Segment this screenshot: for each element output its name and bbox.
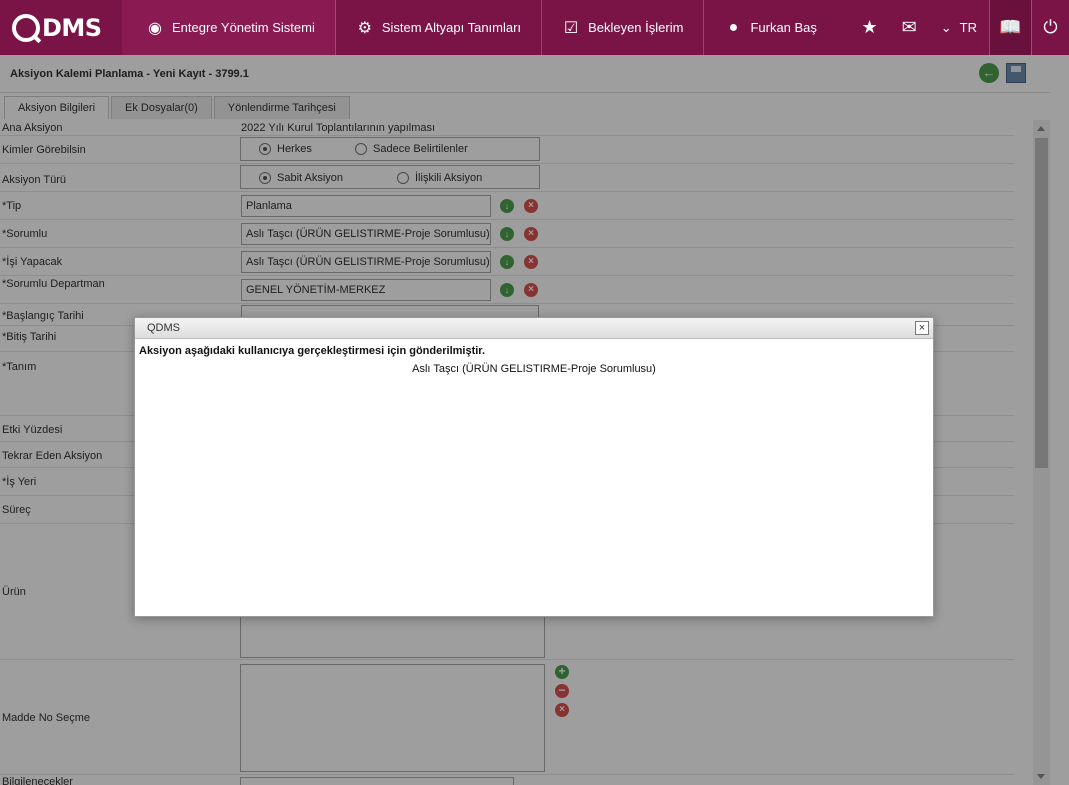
user-name: Furkan Baş <box>750 20 817 35</box>
user-icon: ● <box>728 18 739 36</box>
nav-item-label: Entegre Yönetim Sistemi <box>172 20 315 35</box>
nav-item-label: Sistem Altyapı Tanımları <box>381 20 522 35</box>
nav-item-label: Bekleyen İşlerim <box>588 20 684 35</box>
nav-user[interactable]: ● Furkan Baş <box>704 0 836 55</box>
qdms-logo[interactable]: DMS <box>0 0 122 55</box>
nav-entegre-yonetim[interactable]: ◉ Entegre Yönetim Sistemi <box>122 0 336 55</box>
info-dialog: QDMS × Aksiyon aşağıdaki kullanıcıya ger… <box>134 317 934 617</box>
q-logo-icon <box>12 13 40 42</box>
nav-bekleyen-islerim[interactable]: ☑ Bekleyen İşlerim <box>542 0 705 55</box>
gear-icon: ⚙ <box>357 19 373 37</box>
nav-sistem-altyapi[interactable]: ⚙ Sistem Altyapı Tanımları <box>336 0 543 55</box>
star-icon[interactable]: ★ <box>850 0 890 55</box>
dialog-user: Aslı Taşcı (ÜRÜN GELISTIRME-Proje Soruml… <box>412 363 656 375</box>
top-navbar: DMS ◉ Entegre Yönetim Sistemi ⚙ Sistem A… <box>0 0 1069 55</box>
clipboard-icon: ☑ <box>563 19 579 37</box>
logo-text: DMS <box>42 13 102 42</box>
book-icon[interactable]: 📖 <box>989 0 1031 55</box>
close-icon[interactable]: × <box>915 321 929 335</box>
power-icon[interactable]: ⏻ <box>1031 0 1069 55</box>
mail-icon[interactable]: ✉ <box>890 0 929 55</box>
dialog-titlebar: QDMS × <box>135 318 933 339</box>
dialog-title: QDMS <box>147 322 180 334</box>
language-selector[interactable]: ⌄ TR <box>929 0 989 55</box>
dialog-message: Aksiyon aşağıdaki kullanıcıya gerçekleşt… <box>139 345 486 357</box>
chevron-down-icon: ⌄ <box>940 19 952 35</box>
language-label: TR <box>959 20 977 35</box>
q-circle-icon: ◉ <box>148 19 162 37</box>
